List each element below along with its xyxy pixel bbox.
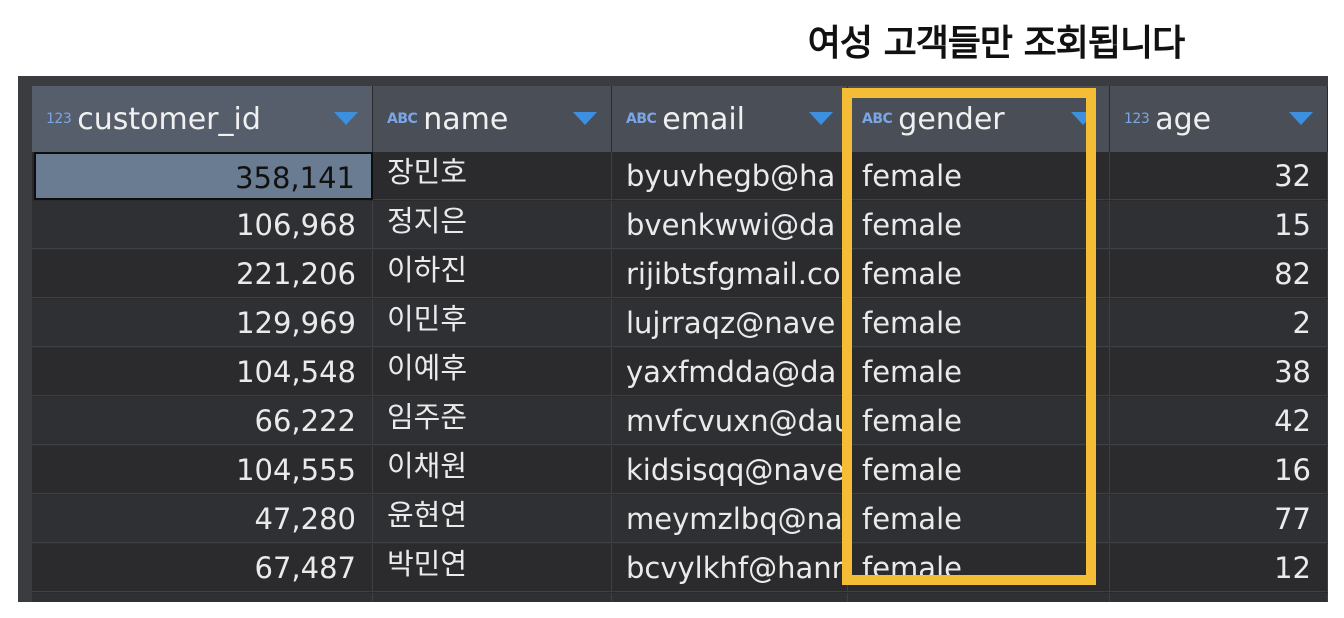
- cell-email[interactable]: byuvhegb@ha: [612, 152, 848, 200]
- cell-email[interactable]: meymzlbq@na: [612, 495, 848, 543]
- cell-name[interactable]: [373, 593, 612, 602]
- cell-customer-id[interactable]: 67,487: [32, 544, 373, 592]
- sort-dropdown-icon[interactable]: [809, 112, 833, 125]
- cell-customer-id[interactable]: 221,206: [32, 250, 373, 298]
- cell-email[interactable]: mvfcvuxn@dau: [612, 397, 848, 445]
- sort-dropdown-icon[interactable]: [1289, 112, 1313, 125]
- cell-name[interactable]: 이하진: [373, 250, 612, 298]
- cell-email[interactable]: yaxfmdda@da: [612, 348, 848, 396]
- cell-age[interactable]: 32: [1110, 152, 1328, 200]
- cell-customer-id[interactable]: 106,968: [32, 201, 373, 249]
- table-row[interactable]: 221,206 이하진 rijibtsfgmail.co female 82: [32, 250, 1328, 299]
- column-label: email: [662, 101, 746, 137]
- table-row[interactable]: 129,969 이민후 lujrraqz@nave female 2: [32, 299, 1328, 348]
- cell-age[interactable]: 38: [1110, 348, 1328, 396]
- table-row[interactable]: 47,280 윤현연 meymzlbq@na female 77: [32, 495, 1328, 544]
- column-header-gender[interactable]: ABC gender: [848, 86, 1110, 152]
- cell-customer-id[interactable]: 358,141: [34, 152, 373, 200]
- cell-customer-id[interactable]: 47,280: [32, 495, 373, 543]
- table-row[interactable]: 106,968 정지은 bvenkwwi@da female 15: [32, 201, 1328, 250]
- cell-name[interactable]: 윤현연: [373, 495, 612, 543]
- numeric-type-icon: 123: [46, 111, 72, 127]
- cell-age[interactable]: 2: [1110, 299, 1328, 347]
- text-type-icon: ABC: [626, 111, 657, 127]
- column-header-customer-id[interactable]: 123 customer_id: [32, 86, 373, 152]
- cell-email[interactable]: [612, 593, 848, 602]
- column-header-name[interactable]: ABC name: [373, 86, 612, 152]
- cell-gender[interactable]: female: [848, 397, 1110, 445]
- cell-age[interactable]: 42: [1110, 397, 1328, 445]
- row-header-gutter: [18, 86, 32, 602]
- cell-name[interactable]: 이채원: [373, 446, 612, 494]
- sort-dropdown-icon[interactable]: [573, 112, 597, 125]
- cell-customer-id[interactable]: 66,222: [32, 397, 373, 445]
- cell-customer-id[interactable]: 104,548: [32, 348, 373, 396]
- cell-gender[interactable]: female: [848, 152, 1110, 200]
- column-header-age[interactable]: 123 age: [1110, 86, 1328, 152]
- cell-age[interactable]: [1110, 593, 1328, 602]
- cell-gender[interactable]: [848, 593, 1110, 602]
- table-row[interactable]: 67,487 박민연 bcvylkhf@hanr female 12: [32, 544, 1328, 593]
- table-row[interactable]: 104,548 이예후 yaxfmdda@da female 38: [32, 348, 1328, 397]
- cell-name[interactable]: 정지은: [373, 201, 612, 249]
- cell-gender[interactable]: female: [848, 348, 1110, 396]
- annotation-caption: 여성 고객들만 조회됩니다: [807, 23, 1185, 64]
- column-label: gender: [898, 101, 1005, 137]
- numeric-type-icon: 123: [1124, 111, 1150, 127]
- cell-gender[interactable]: female: [848, 544, 1110, 592]
- cell-name[interactable]: 임주준: [373, 397, 612, 445]
- cell-age[interactable]: 77: [1110, 495, 1328, 543]
- cell-name[interactable]: 박민연: [373, 544, 612, 592]
- cell-email[interactable]: kidsisqq@nave: [612, 446, 848, 494]
- cell-name[interactable]: 이민후: [373, 299, 612, 347]
- table-row[interactable]: 358,141 장민호 byuvhegb@ha female 32: [32, 152, 1328, 201]
- sort-dropdown-icon[interactable]: [334, 112, 358, 125]
- text-type-icon: ABC: [862, 111, 893, 127]
- cell-email[interactable]: lujrraqz@nave: [612, 299, 848, 347]
- cell-gender[interactable]: female: [848, 446, 1110, 494]
- column-label: customer_id: [77, 101, 261, 137]
- text-type-icon: ABC: [387, 111, 418, 127]
- cell-name[interactable]: 이예후: [373, 348, 612, 396]
- result-grid[interactable]: 123 customer_id ABC name ABC email ABC g…: [18, 76, 1328, 602]
- cell-age[interactable]: 12: [1110, 544, 1328, 592]
- table-row[interactable]: 104,555 이채원 kidsisqq@nave female 16: [32, 446, 1328, 495]
- cell-gender[interactable]: female: [848, 299, 1110, 347]
- cell-age[interactable]: 16: [1110, 446, 1328, 494]
- column-label: name: [423, 101, 509, 137]
- cell-age[interactable]: 82: [1110, 250, 1328, 298]
- cell-email[interactable]: bvenkwwi@da: [612, 201, 848, 249]
- cell-customer-id[interactable]: [32, 593, 373, 602]
- cell-gender[interactable]: female: [848, 250, 1110, 298]
- table-row[interactable]: 66,222 임주준 mvfcvuxn@dau female 42: [32, 397, 1328, 446]
- cell-email[interactable]: rijibtsfgmail.co: [612, 250, 848, 298]
- column-header-email[interactable]: ABC email: [612, 86, 848, 152]
- cell-email[interactable]: bcvylkhf@hanr: [612, 544, 848, 592]
- table-row-partial[interactable]: [32, 593, 1328, 602]
- grid-toolbar-strip: [18, 76, 1328, 86]
- cell-name[interactable]: 장민호: [373, 152, 612, 200]
- cell-customer-id[interactable]: 104,555: [32, 446, 373, 494]
- cell-gender[interactable]: female: [848, 495, 1110, 543]
- column-label: age: [1155, 101, 1212, 137]
- cell-gender[interactable]: female: [848, 201, 1110, 249]
- sort-dropdown-icon[interactable]: [1071, 112, 1095, 125]
- cell-customer-id[interactable]: 129,969: [32, 299, 373, 347]
- cell-age[interactable]: 15: [1110, 201, 1328, 249]
